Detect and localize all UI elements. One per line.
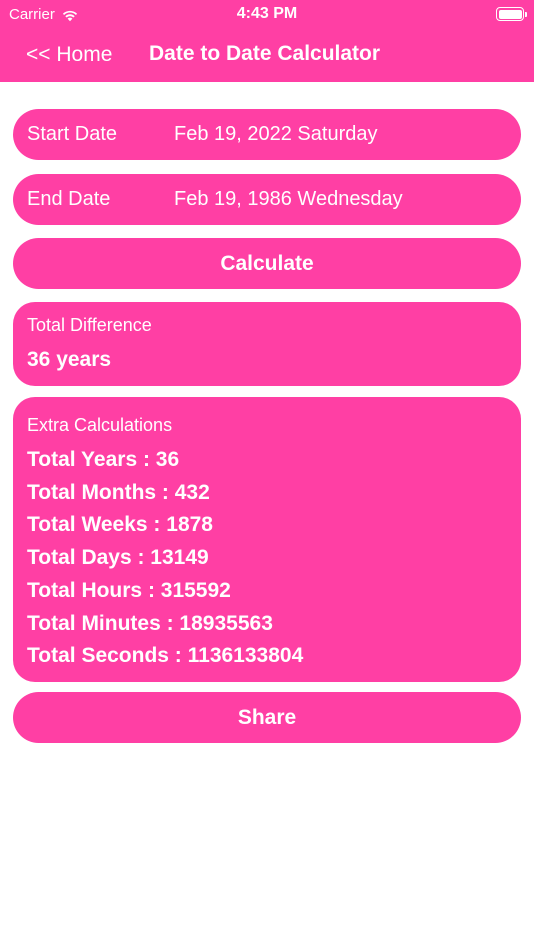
battery-icon <box>496 7 527 21</box>
total-days-value: Total Days : 13149 <box>27 546 209 569</box>
status-bar: Carrier 4:43 PM <box>0 0 534 28</box>
total-difference-card: Total Difference 36 years <box>13 302 521 386</box>
app-header: Carrier 4:43 PM << Home Date to Date Cal… <box>0 0 534 82</box>
total-hours-value: Total Hours : 315592 <box>27 579 231 602</box>
start-date-field[interactable]: Start Date Feb 19, 2022 Saturday <box>13 109 521 160</box>
extra-calculations-label: Extra Calculations <box>27 415 173 435</box>
page-title: Date to Date Calculator <box>149 42 381 65</box>
total-difference-label: Total Difference <box>27 315 152 335</box>
end-date-label: End Date <box>27 188 111 210</box>
home-back-button[interactable]: << Home <box>26 43 112 67</box>
status-time: 4:43 PM <box>236 5 298 22</box>
calculate-button[interactable]: Calculate <box>13 238 521 289</box>
total-years-value: Total Years : 36 <box>27 448 180 471</box>
total-months-value: Total Months : 432 <box>27 481 210 504</box>
share-button[interactable]: Share <box>13 692 521 743</box>
extra-calculations-card: Extra Calculations Total Years : 36 Tota… <box>13 397 521 682</box>
start-date-label: Start Date <box>27 123 118 145</box>
total-difference-value: 36 years <box>27 348 112 371</box>
total-seconds-value: Total Seconds : 1136133804 <box>27 644 304 667</box>
end-date-field[interactable]: End Date Feb 19, 1986 Wednesday <box>13 174 521 225</box>
battery-level <box>498 9 522 19</box>
total-minutes-value: Total Minutes : 18935563 <box>27 612 273 635</box>
end-date-value: Feb 19, 1986 Wednesday <box>174 188 403 210</box>
total-weeks-value: Total Weeks : 1878 <box>27 513 213 536</box>
start-date-value: Feb 19, 2022 Saturday <box>174 123 378 145</box>
